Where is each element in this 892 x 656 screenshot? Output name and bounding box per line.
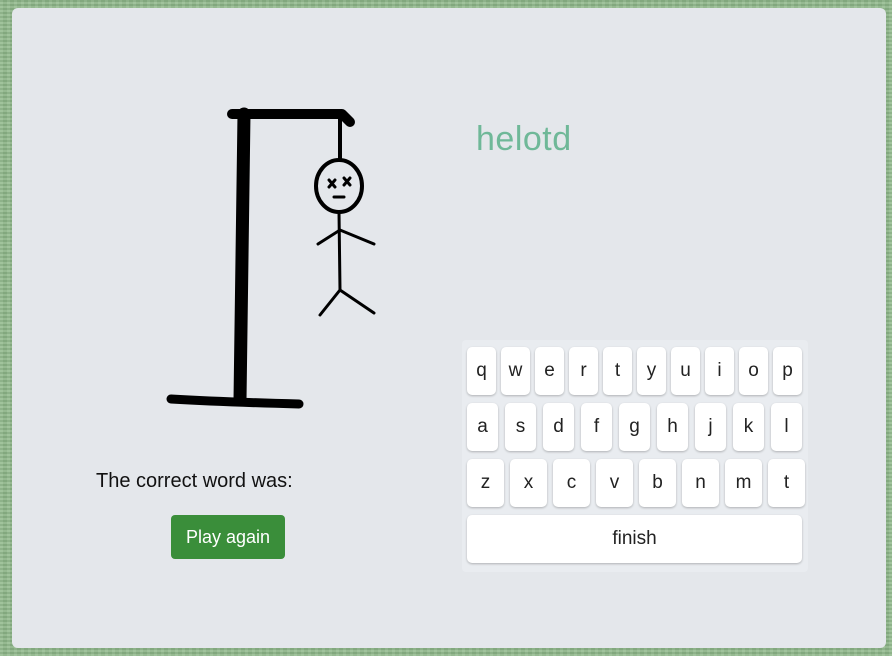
- on-screen-keyboard: q w e r t y u i o p a s d f g h j k l z …: [462, 340, 808, 572]
- key-v[interactable]: v: [596, 459, 633, 507]
- key-g[interactable]: g: [619, 403, 650, 451]
- key-i[interactable]: i: [705, 347, 734, 395]
- key-s[interactable]: s: [505, 403, 536, 451]
- key-e[interactable]: e: [535, 347, 564, 395]
- figure-legs: [318, 287, 376, 317]
- key-o[interactable]: o: [739, 347, 768, 395]
- keyboard-row-4: finish: [467, 515, 802, 563]
- key-j[interactable]: j: [695, 403, 726, 451]
- left-eye-x: [327, 178, 337, 189]
- stick-figure: [314, 158, 376, 317]
- key-t-row3[interactable]: t: [768, 459, 805, 507]
- key-t[interactable]: t: [603, 347, 632, 395]
- key-q[interactable]: q: [467, 347, 496, 395]
- key-a[interactable]: a: [467, 403, 498, 451]
- key-y[interactable]: y: [637, 347, 666, 395]
- keyboard-row-1: q w e r t y u i o p: [467, 347, 802, 395]
- key-h[interactable]: h: [657, 403, 688, 451]
- key-m[interactable]: m: [725, 459, 762, 507]
- right-eye-x: [342, 176, 352, 187]
- keyboard-row-3: z x c v b n m t: [467, 459, 805, 507]
- figure-arms: [316, 228, 376, 246]
- key-u[interactable]: u: [671, 347, 700, 395]
- key-f[interactable]: f: [581, 403, 612, 451]
- key-p[interactable]: p: [773, 347, 802, 395]
- hangman-drawing: [166, 107, 376, 409]
- key-c[interactable]: c: [553, 459, 590, 507]
- revealed-word: helotd: [476, 120, 572, 158]
- play-again-button[interactable]: Play again: [171, 515, 285, 559]
- keyboard-row-2: a s d f g h j k l: [467, 403, 802, 451]
- key-n[interactable]: n: [682, 459, 719, 507]
- finish-button[interactable]: finish: [467, 515, 802, 563]
- key-w[interactable]: w: [501, 347, 530, 395]
- gallows-post: [233, 107, 251, 407]
- gallows-structure: [166, 107, 355, 409]
- game-card: helotd The correct word was: Play again …: [12, 8, 886, 648]
- key-l[interactable]: l: [771, 403, 802, 451]
- key-r[interactable]: r: [569, 347, 598, 395]
- figure-head: [314, 158, 364, 214]
- key-b[interactable]: b: [639, 459, 676, 507]
- key-k[interactable]: k: [733, 403, 764, 451]
- correct-word-label: The correct word was:: [96, 470, 293, 492]
- key-d[interactable]: d: [543, 403, 574, 451]
- figure-body: [337, 210, 342, 292]
- key-z[interactable]: z: [467, 459, 504, 507]
- key-x[interactable]: x: [510, 459, 547, 507]
